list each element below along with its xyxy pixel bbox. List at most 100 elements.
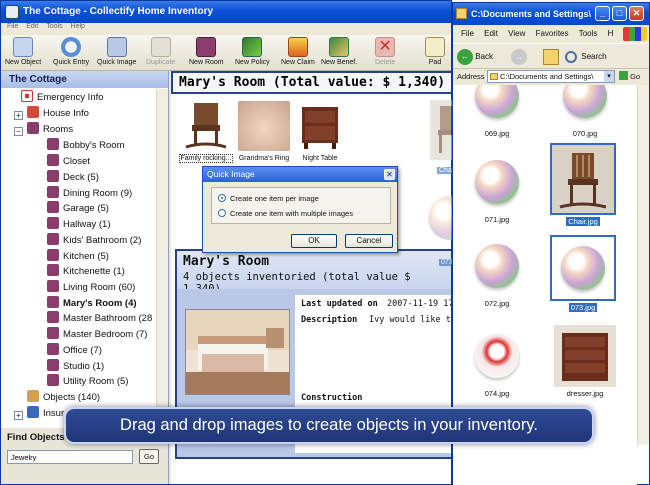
tree-item-room[interactable]: Closet bbox=[47, 154, 90, 169]
tree-item-emergency-info[interactable]: Emergency Info bbox=[21, 90, 104, 105]
option-one-item-per-image[interactable]: Create one item per image bbox=[218, 194, 319, 203]
file-thumbnail bbox=[561, 246, 605, 290]
pad-button[interactable]: Pad bbox=[425, 37, 445, 66]
tree-item-objects[interactable]: Objects (140) bbox=[27, 390, 100, 405]
file-item[interactable]: 074.jpg bbox=[457, 325, 537, 398]
file-item[interactable]: 070.jpg bbox=[545, 85, 625, 138]
new-claim-button[interactable]: New Claim bbox=[281, 37, 315, 66]
sidebar-scrollbar[interactable] bbox=[156, 89, 168, 414]
address-bar: Address C:\Documents and Settings\ ▾ Go bbox=[453, 69, 649, 85]
tree-item-room[interactable]: Kids' Bathroom (2) bbox=[47, 233, 141, 248]
room-door-icon bbox=[47, 233, 59, 245]
close-icon[interactable]: ✕ bbox=[629, 6, 644, 21]
room-door-icon bbox=[47, 311, 59, 323]
tree-item-room[interactable]: Garage (5) bbox=[47, 201, 109, 216]
description-label: Description bbox=[301, 315, 358, 325]
tree-item-insurance[interactable]: Insur bbox=[27, 406, 64, 421]
chevron-down-icon[interactable]: ▾ bbox=[604, 71, 614, 82]
search-button[interactable]: Search bbox=[565, 47, 615, 67]
folder-icon bbox=[490, 73, 498, 80]
expand-toggle[interactable]: + bbox=[14, 111, 23, 120]
tree-item-room[interactable]: Dining Room (9) bbox=[47, 186, 132, 201]
file-item[interactable]: dresser.jpg bbox=[545, 325, 625, 398]
new-object-button[interactable]: New Object bbox=[5, 37, 41, 66]
address-go-button[interactable]: Go bbox=[619, 71, 640, 81]
tree-item-room[interactable]: Living Room (60) bbox=[47, 280, 135, 295]
dialog-title-bar[interactable]: Quick Image bbox=[203, 167, 397, 182]
ok-button[interactable]: OK bbox=[291, 234, 337, 248]
tree-item-room[interactable]: Hallway (1) bbox=[47, 217, 111, 232]
quick-image-dialog: Quick Image ✕ Create one item per image … bbox=[202, 166, 398, 253]
radio-button[interactable] bbox=[218, 209, 226, 217]
quick-entry-button[interactable]: Quick Entry bbox=[53, 37, 89, 66]
address-input[interactable]: C:\Documents and Settings\ bbox=[487, 70, 615, 83]
menu-help[interactable]: Help bbox=[71, 23, 85, 30]
room-header: Mary's Room (Total value: $ 1,340) bbox=[171, 71, 451, 94]
thumbnail-grandmas-ring[interactable]: Grandma's Ring bbox=[233, 101, 295, 162]
find-go-button[interactable]: Go bbox=[139, 449, 159, 464]
duplicate-button[interactable]: Duplicate bbox=[146, 37, 175, 66]
tree-item-room[interactable]: Studio (1) bbox=[47, 359, 104, 374]
thumbnail-label: Family rocking... bbox=[178, 154, 234, 163]
tree-item-room[interactable]: Kitchenette (1) bbox=[47, 264, 125, 279]
explorer-toolbar: ← Back → Search bbox=[453, 43, 649, 69]
tree-item-room[interactable]: Master Bathroom (28 bbox=[47, 311, 152, 326]
new-beneficiary-button[interactable]: New Benef. bbox=[321, 37, 357, 66]
menu-favorites[interactable]: Favorites bbox=[536, 29, 569, 38]
file-name: 073.jpg bbox=[568, 303, 598, 312]
menu-view[interactable]: View bbox=[508, 29, 525, 38]
delete-button[interactable]: ✕ Delete bbox=[375, 37, 395, 66]
file-item[interactable]: 071.jpg bbox=[457, 151, 537, 224]
new-policy-button[interactable]: New Policy bbox=[235, 37, 270, 66]
menu-help[interactable]: H bbox=[608, 29, 614, 38]
cancel-button[interactable]: Cancel bbox=[345, 234, 393, 248]
tree-item-room[interactable]: Utility Room (5) bbox=[47, 374, 128, 389]
new-room-button[interactable]: New Room bbox=[189, 37, 224, 66]
file-name: 070.jpg bbox=[572, 129, 598, 138]
folder-up-icon[interactable] bbox=[543, 49, 559, 65]
chair-thumbnail bbox=[552, 145, 614, 213]
find-objects-label: Find Objects bbox=[7, 432, 65, 443]
new-policy-icon bbox=[242, 37, 263, 57]
menu-edit[interactable]: Edit bbox=[484, 29, 498, 38]
collapse-toggle[interactable]: − bbox=[14, 127, 23, 136]
maximize-icon[interactable]: □ bbox=[612, 6, 627, 21]
menu-tools[interactable]: Tools bbox=[579, 29, 598, 38]
tree-item-label: Emergency Info bbox=[37, 92, 104, 103]
tree-item-rooms[interactable]: Rooms bbox=[27, 122, 73, 137]
file-item-selected[interactable]: 073.jpg bbox=[543, 235, 623, 312]
file-item[interactable]: 069.jpg bbox=[457, 85, 537, 138]
explorer-scrollbar[interactable] bbox=[637, 85, 649, 445]
expand-toggle[interactable]: + bbox=[14, 411, 23, 420]
radio-button[interactable] bbox=[218, 194, 226, 202]
tree-item-room-selected[interactable]: Mary's Room (4) bbox=[47, 296, 137, 311]
find-objects-input[interactable] bbox=[7, 450, 133, 464]
main-title-bar[interactable]: The Cottage - Collectify Home Inventory bbox=[1, 1, 451, 23]
file-item-selected[interactable]: Chair.jpg bbox=[543, 143, 623, 226]
tree-item-room[interactable]: Office (7) bbox=[47, 343, 102, 358]
new-claim-icon bbox=[287, 37, 308, 57]
tree-item-room[interactable]: Master Bedroom (7) bbox=[47, 327, 147, 342]
tree-item-room[interactable]: Kitchen (5) bbox=[47, 249, 109, 264]
tree-item-house-info[interactable]: House Info bbox=[27, 106, 89, 121]
tree-item-room[interactable]: Deck (5) bbox=[47, 170, 99, 185]
file-item[interactable]: 072.jpg bbox=[457, 235, 537, 308]
quick-image-button[interactable]: Quick Image bbox=[97, 37, 136, 66]
option-label: Create one item per image bbox=[230, 194, 319, 203]
pad-icon bbox=[425, 37, 445, 57]
file-thumbnail bbox=[475, 334, 519, 378]
menu-file[interactable]: File bbox=[461, 29, 474, 38]
thumbnail-night-table[interactable]: Night Table bbox=[289, 101, 351, 162]
option-one-item-multiple-images[interactable]: Create one item with multiple images bbox=[218, 209, 353, 218]
menu-edit[interactable]: Edit bbox=[26, 23, 38, 30]
tree-item-room[interactable]: Bobby's Room bbox=[47, 138, 124, 153]
search-icon bbox=[565, 50, 577, 63]
minimize-icon[interactable]: _ bbox=[595, 6, 610, 21]
close-icon[interactable]: ✕ bbox=[384, 169, 395, 180]
forward-arrow-icon[interactable]: → bbox=[511, 49, 527, 65]
menu-tools[interactable]: Tools bbox=[46, 23, 62, 30]
menu-file[interactable]: File bbox=[7, 23, 18, 30]
room-photo[interactable] bbox=[185, 309, 290, 395]
back-button[interactable]: ← Back bbox=[457, 47, 507, 67]
thumbnail-rocking-chair[interactable]: Family rocking... bbox=[175, 101, 237, 163]
